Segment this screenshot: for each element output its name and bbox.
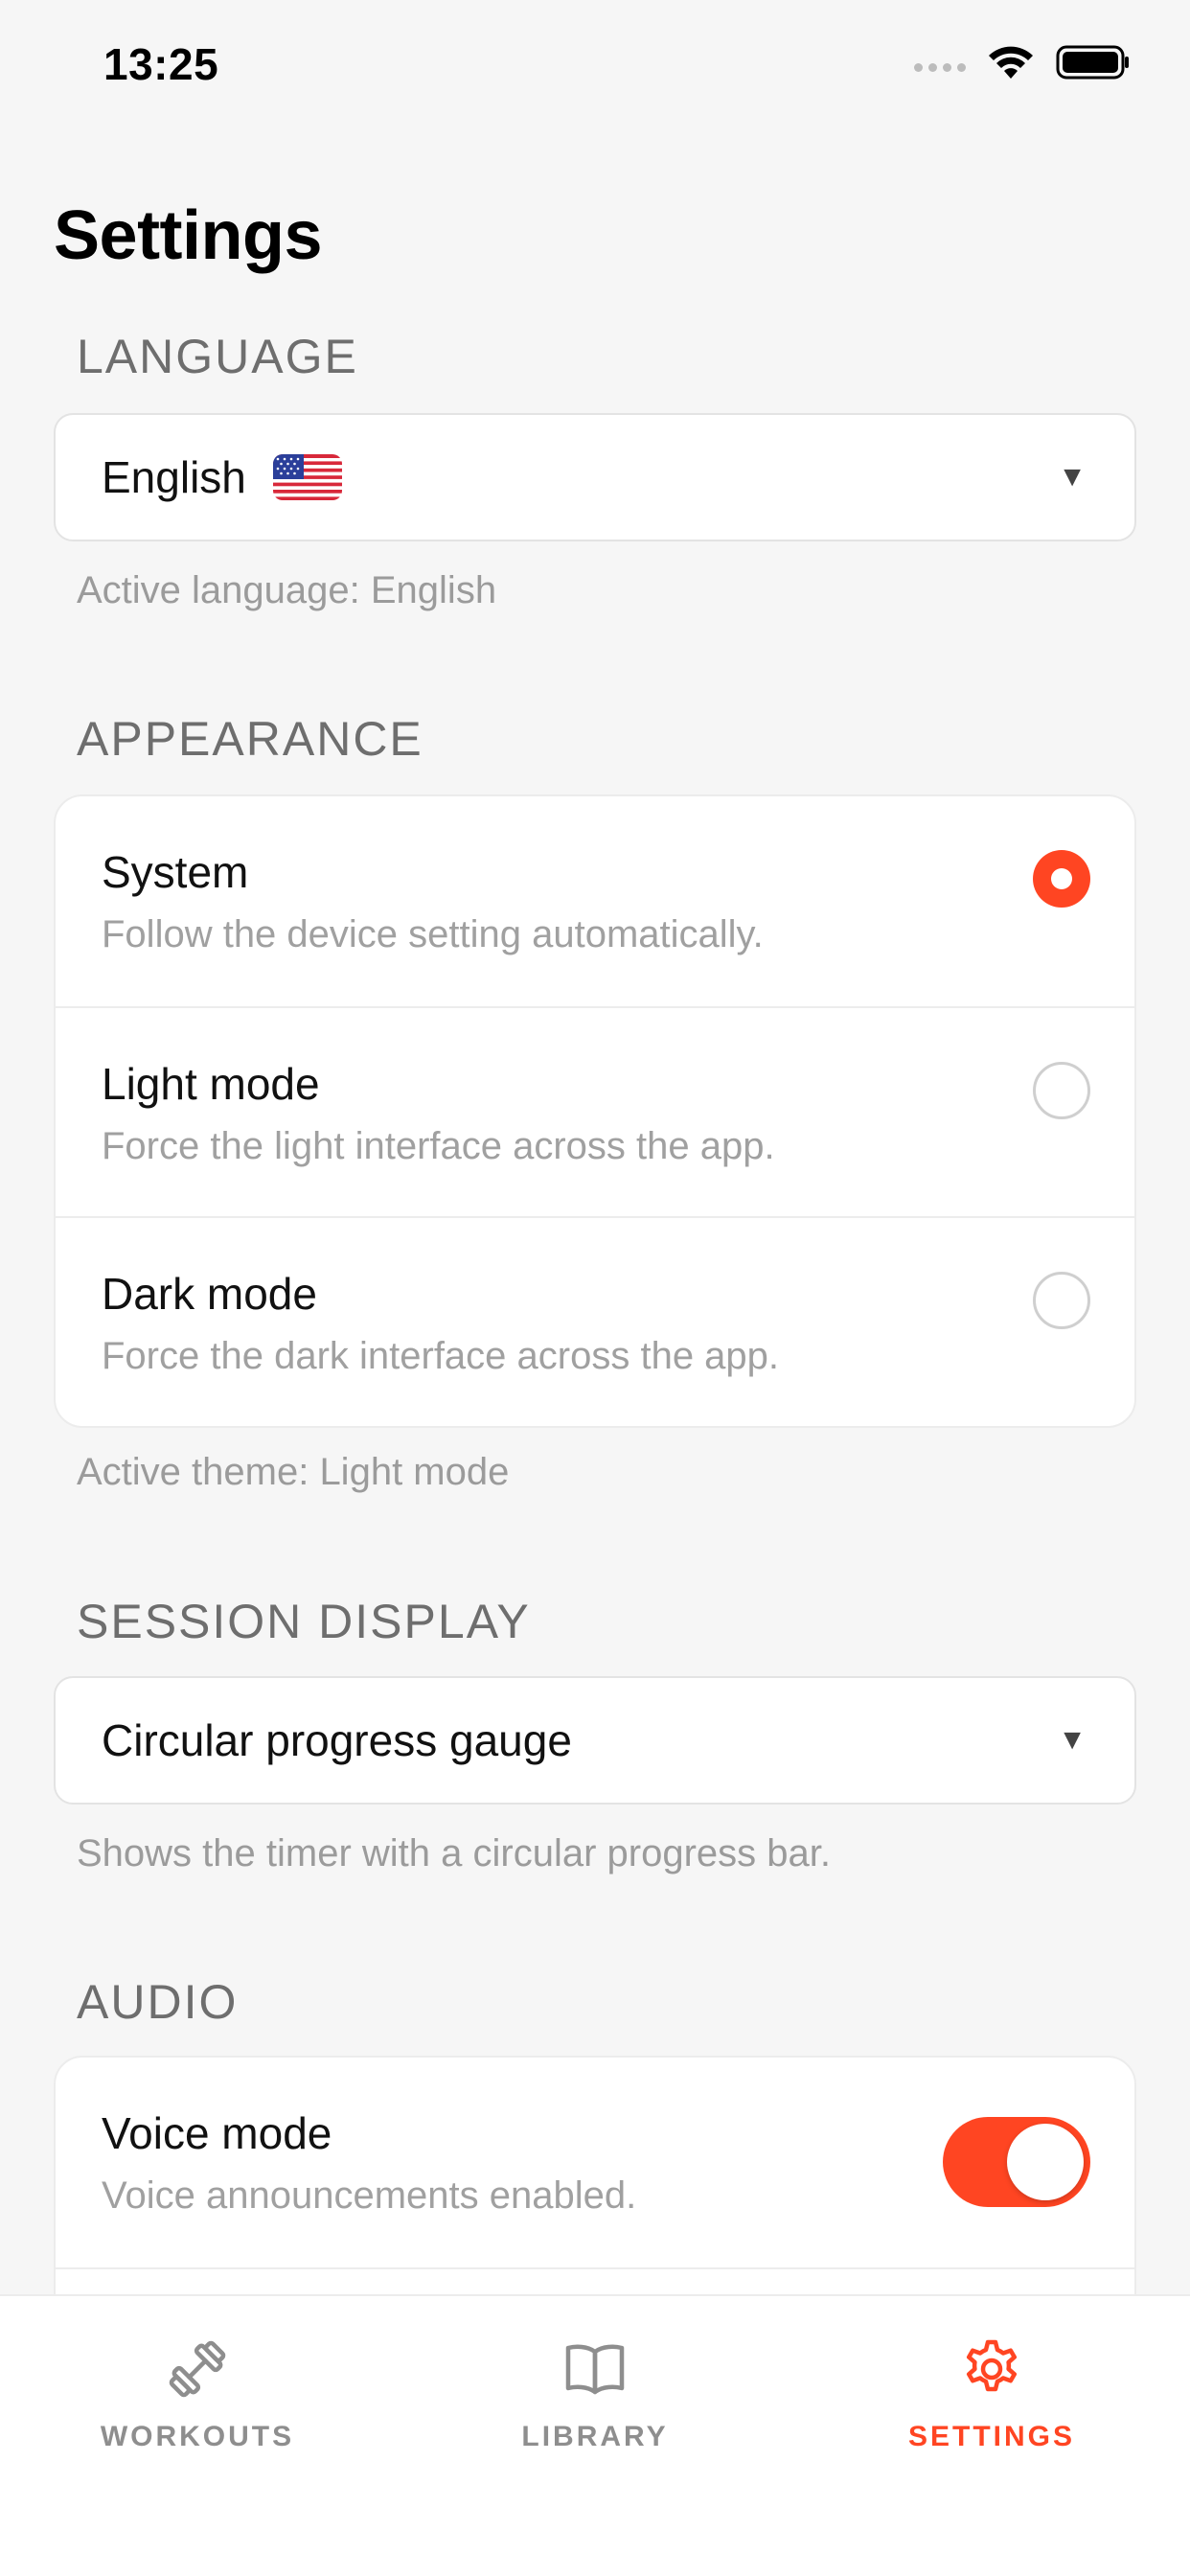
- tab-label: WORKOUTS: [100, 2421, 295, 2452]
- toggle-knob: [1007, 2124, 1084, 2200]
- page-title: Settings: [54, 197, 323, 274]
- bottom-tab-bar: WORKOUTS LIBRARY SETTINGS: [0, 2294, 1190, 2576]
- voice-mode-toggle[interactable]: [943, 2117, 1090, 2207]
- tab-label: LIBRARY: [521, 2421, 669, 2452]
- status-icons: [914, 44, 1131, 80]
- appearance-option-system[interactable]: System Follow the device setting automat…: [56, 796, 1134, 1006]
- status-bar: 13:25: [0, 0, 1190, 134]
- audio-section-header: AUDIO: [77, 1975, 239, 2029]
- radio-button[interactable]: [1033, 1272, 1090, 1329]
- radio-button[interactable]: [1033, 1062, 1090, 1119]
- chevron-down-icon: ▼: [1058, 1724, 1087, 1756]
- language-section-header: LANGUAGE: [77, 330, 358, 383]
- tab-library[interactable]: LIBRARY: [451, 2334, 739, 2453]
- wifi-icon: [989, 46, 1033, 79]
- tab-settings[interactable]: SETTINGS: [848, 2334, 1135, 2453]
- appearance-helper-text: Active theme: Light mode: [77, 1451, 510, 1493]
- book-icon: [565, 2344, 625, 2395]
- session-display-helper-text: Shows the timer with a circular progress…: [77, 1832, 831, 1874]
- chevron-down-icon: ▼: [1058, 461, 1087, 493]
- voice-mode-row[interactable]: Voice mode Voice announcements enabled.: [56, 2058, 1134, 2267]
- appearance-section-header: APPEARANCE: [77, 712, 423, 766]
- option-title: Voice mode: [102, 2108, 332, 2158]
- option-description: Follow the device setting automatically.: [102, 913, 764, 955]
- appearance-options-card: System Follow the device setting automat…: [54, 794, 1136, 1428]
- session-display-section-header: SESSION DISPLAY: [77, 1595, 531, 1648]
- option-description: Force the dark interface across the app.: [102, 1335, 780, 1377]
- language-select-value: English: [102, 452, 246, 502]
- tab-workouts[interactable]: WORKOUTS: [54, 2334, 341, 2453]
- radio-button-selected[interactable]: [1033, 850, 1090, 908]
- appearance-option-dark[interactable]: Dark mode Force the dark interface acros…: [56, 1216, 1134, 1426]
- language-helper-text: Active language: English: [77, 569, 497, 611]
- appearance-option-light[interactable]: Light mode Force the light interface acr…: [56, 1006, 1134, 1216]
- option-description: Voice announcements enabled.: [102, 2174, 637, 2217]
- status-time: 13:25: [103, 39, 219, 89]
- session-display-select[interactable]: Circular progress gauge ▼: [54, 1676, 1136, 1805]
- option-title: Dark mode: [102, 1269, 317, 1319]
- battery-icon: [1056, 45, 1129, 80]
- gear-icon: [966, 2339, 1018, 2392]
- session-display-select-value: Circular progress gauge: [102, 1715, 572, 1765]
- option-title: System: [102, 847, 249, 897]
- dumbbell-icon: [169, 2340, 226, 2398]
- language-select[interactable]: English ▼: [54, 413, 1136, 541]
- cellular-signal-icon: [914, 62, 966, 72]
- option-title: Light mode: [102, 1059, 320, 1109]
- tab-label: SETTINGS: [907, 2421, 1075, 2452]
- option-description: Force the light interface across the app…: [102, 1125, 775, 1167]
- us-flag-icon: [272, 454, 342, 500]
